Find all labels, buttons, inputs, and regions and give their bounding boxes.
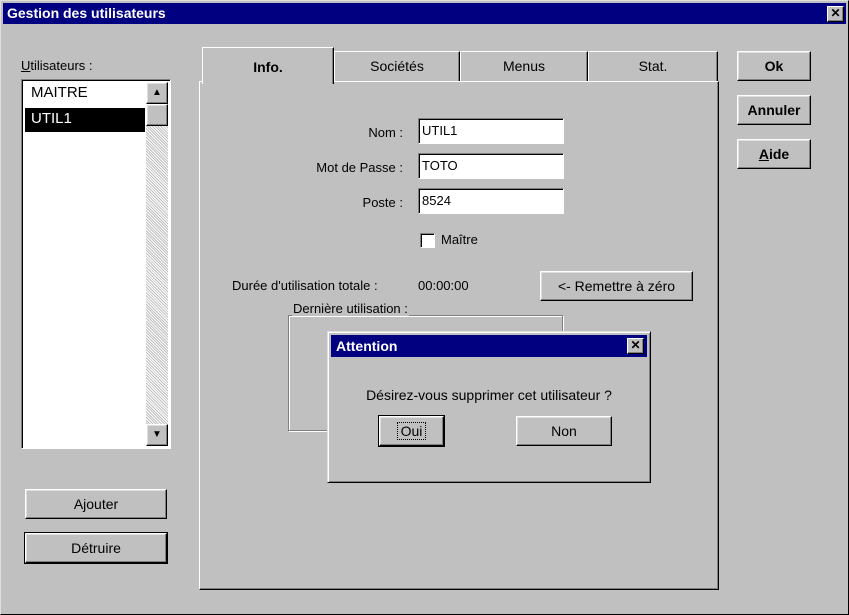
nom-field[interactable]: UTIL1 (418, 118, 564, 144)
window-close-button[interactable]: ✕ (827, 6, 844, 22)
last-usage-label: Dernière utilisation : (292, 301, 409, 316)
maitre-checkbox[interactable] (420, 233, 435, 248)
tab-menus[interactable]: Menus (460, 51, 588, 82)
dialog-title-bar[interactable]: Attention ✕ (331, 335, 647, 357)
title-bar[interactable]: Gestion des utilisateurs ✕ (3, 3, 846, 24)
dialog-title: Attention (336, 338, 398, 354)
no-button[interactable]: Non (516, 416, 612, 446)
confirm-dialog: Attention ✕ Désirez-vous supprimer cet u… (327, 331, 651, 483)
scroll-down-button[interactable]: ▼ (146, 424, 168, 446)
add-button[interactable]: Ajouter (25, 489, 167, 519)
yes-button-label: Oui (396, 422, 427, 440)
help-mnemonic: A (758, 146, 769, 162)
users-scrollbar[interactable]: ▲ ▼ (146, 82, 168, 446)
users-label: Utilisateurs : (21, 58, 93, 73)
mot-de-passe-label: Mot de Passe : (316, 160, 403, 175)
users-label-text: tilisateurs : (30, 58, 93, 73)
maitre-label: Maître (441, 232, 478, 247)
list-item-maitre[interactable]: MAITRE (25, 82, 145, 106)
yes-button[interactable]: Oui (378, 415, 445, 447)
help-button[interactable]: Aide (737, 139, 811, 169)
tab-societes[interactable]: Sociétés (334, 51, 460, 82)
user-management-window: Gestion des utilisateurs ✕ Utilisateurs … (0, 0, 849, 615)
tab-stat[interactable]: Stat. (588, 51, 718, 82)
total-usage-value: 00:00:00 (418, 278, 469, 293)
users-label-mnemonic: U (21, 58, 31, 73)
list-item-util1[interactable]: UTIL1 (25, 108, 145, 132)
tab-info[interactable]: Info. (202, 47, 334, 84)
window-title: Gestion des utilisateurs (7, 5, 166, 21)
poste-label: Poste : (362, 195, 403, 210)
users-listbox[interactable]: MAITRE UTIL1 ▲ ▼ (21, 79, 171, 449)
delete-button[interactable]: Détruire (24, 532, 168, 564)
total-usage-label: Durée d'utilisation totale : (232, 278, 378, 293)
dialog-message: Désirez-vous supprimer cet utilisateur ? (366, 387, 612, 403)
scroll-up-button[interactable]: ▲ (146, 82, 168, 104)
ok-button[interactable]: Ok (737, 51, 811, 81)
mot-de-passe-field[interactable]: TOTO (418, 153, 564, 179)
cancel-button[interactable]: Annuler (737, 95, 811, 125)
scroll-thumb[interactable] (146, 104, 168, 126)
help-label: ide (768, 146, 790, 162)
nom-label: Nom : (368, 125, 403, 140)
reset-button[interactable]: <- Remettre à zéro (540, 271, 693, 301)
dialog-close-button[interactable]: ✕ (627, 338, 644, 354)
poste-field[interactable]: 8524 (418, 188, 564, 214)
